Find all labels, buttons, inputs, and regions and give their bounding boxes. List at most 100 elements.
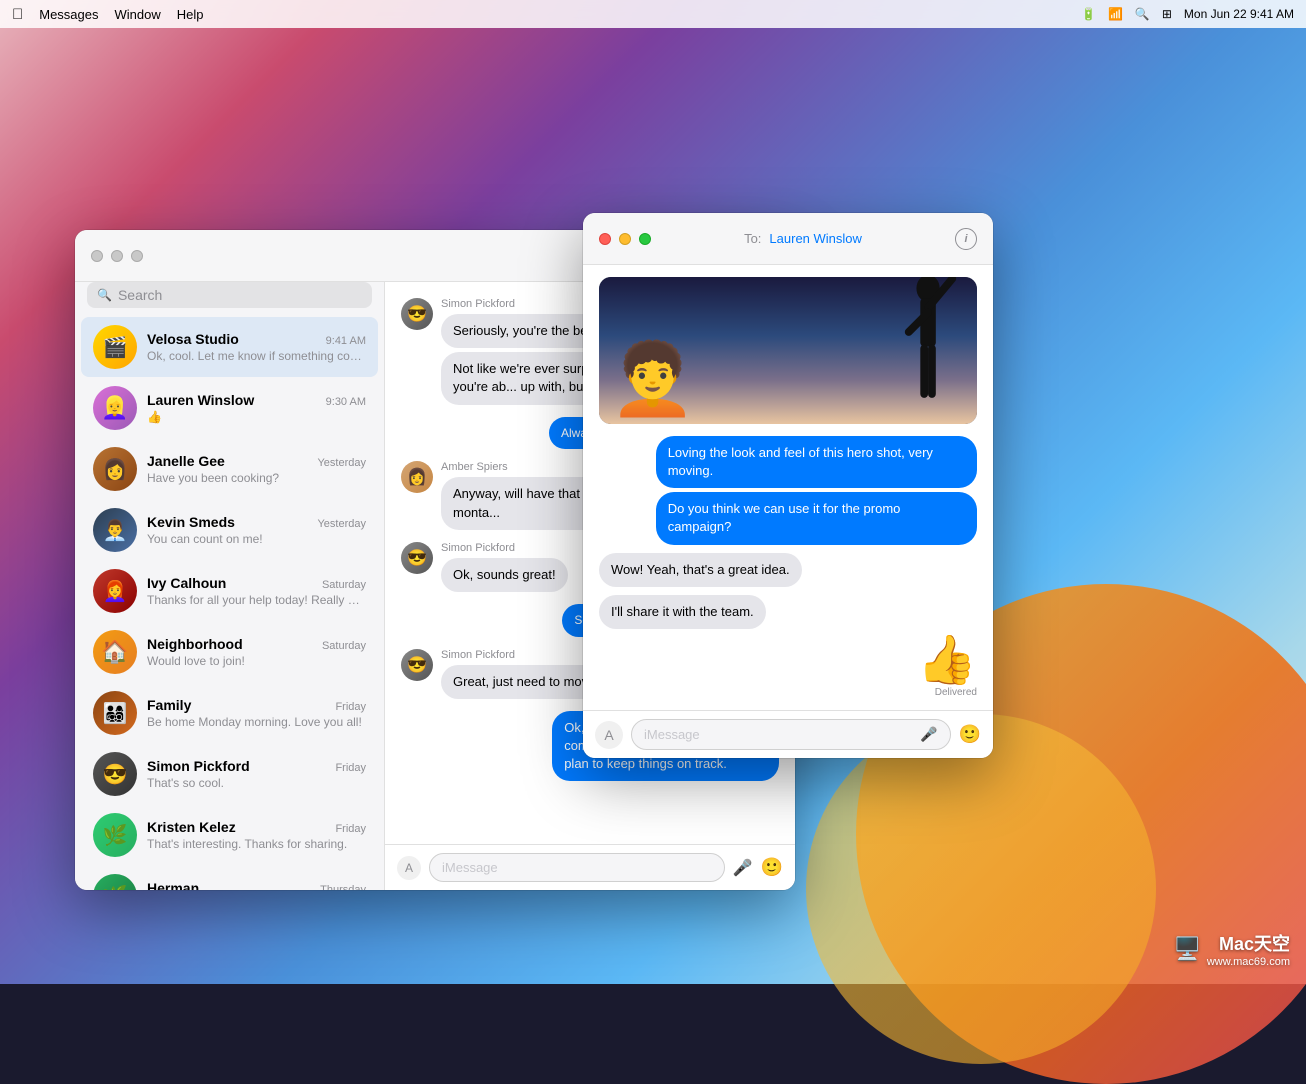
- conv-time-family: Friday: [335, 701, 366, 713]
- conv-item-kristen[interactable]: 🌿 Kristen Kelez Friday That's interestin…: [81, 805, 378, 865]
- search-placeholder: Search: [118, 287, 162, 303]
- conv-name-kristen: Kristen Kelez: [147, 819, 236, 835]
- watermark-url: www.mac69.com: [1207, 956, 1290, 968]
- conv-item-ivy[interactable]: 👩‍🦰 Ivy Calhoun Saturday Thanks for all …: [81, 561, 378, 621]
- front-chat-area: 🧑‍🦱 Loving the look and feel of this her…: [583, 265, 993, 758]
- conv-item-simon[interactable]: 😎 Simon Pickford Friday That's so cool.: [81, 744, 378, 804]
- search-bar[interactable]: 🔍 Search: [87, 282, 372, 308]
- conv-preview-neighborhood: Would love to join!: [147, 654, 366, 668]
- traffic-lights-front: [599, 233, 651, 245]
- wifi-icon: 📶: [1108, 7, 1123, 21]
- bubble-front-1: Loving the look and feel of this hero sh…: [656, 436, 977, 488]
- avatar-velosa: 🎬: [93, 325, 137, 369]
- menubar-messages[interactable]: Messages: [39, 7, 98, 22]
- appstore-button-back[interactable]: A: [397, 856, 421, 880]
- lauren-bubbles: Wow! Yeah, that's a great idea.: [599, 553, 977, 587]
- conv-name-velosa: Velosa Studio: [147, 331, 239, 347]
- conv-time-simon: Friday: [335, 762, 366, 774]
- conv-item-kevin[interactable]: 👨‍💼 Kevin Smeds Yesterday You can count …: [81, 500, 378, 560]
- watermark: 🖥️ Mac天空 www.mac69.com: [1173, 930, 1290, 968]
- my-bubbles-front: Loving the look and feel of this hero sh…: [599, 436, 977, 545]
- conv-name-neighborhood: Neighborhood: [147, 636, 243, 652]
- control-center-icon[interactable]: ⊞: [1162, 7, 1172, 21]
- menubar-window[interactable]: Window: [115, 7, 161, 22]
- avatar-kristen: 🌿: [93, 813, 137, 857]
- conv-info-velosa: Velosa Studio 9:41 AM Ok, cool. Let me k…: [147, 331, 366, 363]
- search-icon[interactable]: 🔍: [1135, 7, 1150, 21]
- apple-menu[interactable]: : [12, 6, 23, 23]
- conv-info-simon: Simon Pickford Friday That's so cool.: [147, 758, 366, 790]
- imessage-input-front[interactable]: iMessage 🎤: [631, 719, 951, 750]
- lauren-bubble-2-row: I'll share it with the team.: [599, 595, 977, 629]
- conv-time-ivy: Saturday: [322, 579, 366, 591]
- avatar-lauren: 👱‍♀️: [93, 386, 137, 430]
- conv-info-kristen: Kristen Kelez Friday That's interesting.…: [147, 819, 366, 851]
- avatar-kevin: 👨‍💼: [93, 508, 137, 552]
- conv-time-velosa: 9:41 AM: [326, 335, 366, 347]
- menubar-help[interactable]: Help: [177, 7, 204, 22]
- emoji-icon-front[interactable]: 🙂: [959, 724, 981, 745]
- recipient-front: Lauren Winslow: [769, 231, 862, 246]
- conv-name-lauren: Lauren Winslow: [147, 392, 254, 408]
- delivered-text: Delivered: [935, 687, 977, 698]
- front-input-row: A iMessage 🎤 🙂: [583, 710, 993, 758]
- memoji-overlay: 🧑‍🦱: [609, 344, 696, 414]
- minimize-button-front[interactable]: [619, 233, 631, 245]
- menubar:  Messages Window Help 🔋 📶 🔍 ⊞ Mon Jun 2…: [0, 0, 1306, 28]
- conv-time-kristen: Friday: [335, 823, 366, 835]
- maximize-button-back[interactable]: [131, 250, 143, 262]
- minimize-button-back[interactable]: [111, 250, 123, 262]
- conv-time-neighborhood: Saturday: [322, 640, 366, 652]
- input-placeholder-front: iMessage: [644, 727, 912, 742]
- emoji-icon-back[interactable]: 🙂: [761, 857, 783, 878]
- front-messages: 🧑‍🦱 Loving the look and feel of this her…: [583, 265, 993, 710]
- conv-preview-ivy: Thanks for all your help today! Really a…: [147, 593, 366, 607]
- close-button-back[interactable]: [91, 250, 103, 262]
- info-button[interactable]: i: [955, 228, 977, 250]
- conv-item-lauren[interactable]: 👱‍♀️ Lauren Winslow 9:30 AM 👍: [81, 378, 378, 438]
- conv-name-simon: Simon Pickford: [147, 758, 250, 774]
- conv-info-ivy: Ivy Calhoun Saturday Thanks for all your…: [147, 575, 366, 607]
- conv-info-herman: Herman Thursday Secret about box.: [147, 880, 366, 890]
- conv-preview-lauren: 👍: [147, 410, 366, 424]
- conv-info-kevin: Kevin Smeds Yesterday You can count on m…: [147, 514, 366, 546]
- conv-preview-simon: That's so cool.: [147, 776, 366, 790]
- avatar-herman: 🌿: [93, 874, 137, 890]
- close-button-front[interactable]: [599, 233, 611, 245]
- audio-icon-front: 🎤: [920, 726, 937, 743]
- conv-preview-janelle: Have you been cooking?: [147, 471, 366, 485]
- conv-time-lauren: 9:30 AM: [326, 396, 366, 408]
- avatar-simon: 😎: [93, 752, 137, 796]
- conversation-list: 🎬 Velosa Studio 9:41 AM Ok, cool. Let me…: [75, 316, 384, 890]
- conv-item-janelle[interactable]: 👩 Janelle Gee Yesterday Have you been co…: [81, 439, 378, 499]
- hero-image: 🧑‍🦱: [599, 277, 977, 424]
- conv-item-velosa[interactable]: 🎬 Velosa Studio 9:41 AM Ok, cool. Let me…: [81, 317, 378, 377]
- to-label-front: To:: [744, 231, 761, 246]
- maximize-button-front[interactable]: [639, 233, 651, 245]
- avatar-janelle: 👩: [93, 447, 137, 491]
- conv-info-janelle: Janelle Gee Yesterday Have you been cook…: [147, 453, 366, 485]
- conv-item-family[interactable]: 👨‍👩‍👧‍👦 Family Friday Be home Monday mor…: [81, 683, 378, 743]
- imessage-input-back-field[interactable]: iMessage: [429, 853, 725, 882]
- messages-window-front: To: Lauren Winslow i: [583, 213, 993, 758]
- conv-info-neighborhood: Neighborhood Saturday Would love to join…: [147, 636, 366, 668]
- conv-preview-kevin: You can count on me!: [147, 532, 366, 546]
- conv-time-herman: Thursday: [320, 884, 366, 890]
- conv-item-neighborhood[interactable]: 🏠 Neighborhood Saturday Would love to jo…: [81, 622, 378, 682]
- avatar-family: 👨‍👩‍👧‍👦: [93, 691, 137, 735]
- watermark-logo: Mac天空: [1207, 930, 1290, 956]
- thumbs-delivered: 👍 Delivered: [599, 637, 977, 698]
- conv-time-kevin: Yesterday: [317, 518, 366, 530]
- avatar-neighborhood: 🏠: [93, 630, 137, 674]
- audio-icon-back: 🎤: [733, 858, 753, 878]
- battery-icon: 🔋: [1081, 7, 1096, 21]
- appstore-button-front[interactable]: A: [595, 721, 623, 749]
- conv-preview-family: Be home Monday morning. Love you all!: [147, 715, 366, 729]
- conv-name-herman: Herman: [147, 880, 199, 890]
- conv-preview-kristen: That's interesting. Thanks for sharing.: [147, 837, 366, 851]
- bubble-simon-2: Ok, sounds great!: [441, 558, 568, 592]
- conv-preview-velosa: Ok, cool. Let me know if something comes…: [147, 349, 366, 363]
- conv-item-herman[interactable]: 🌿 Herman Thursday Secret about box.: [81, 866, 378, 890]
- silhouette-svg: [899, 277, 957, 424]
- datetime: Mon Jun 22 9:41 AM: [1184, 7, 1294, 21]
